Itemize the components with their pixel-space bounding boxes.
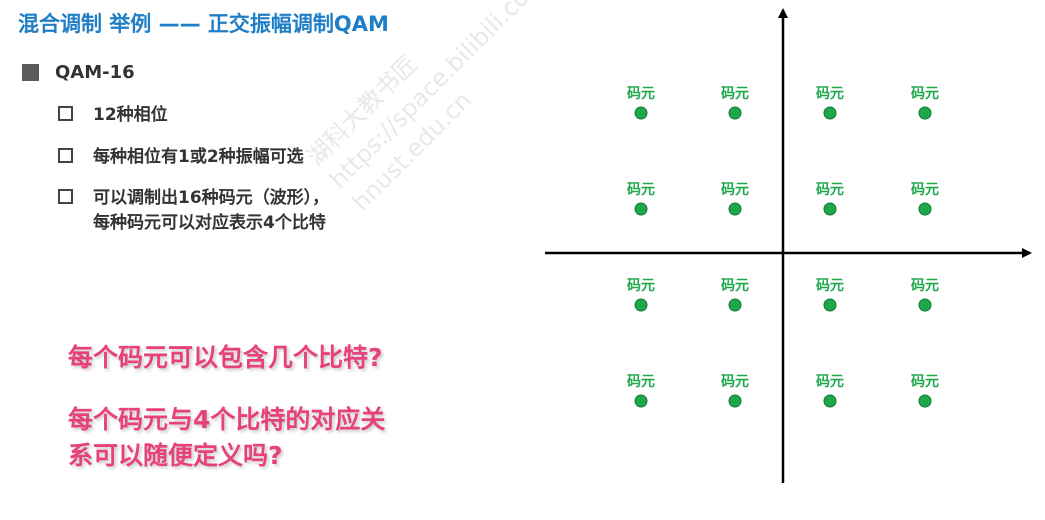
- symbol-label: 码元: [721, 182, 749, 198]
- symbol-label: 码元: [911, 182, 939, 198]
- symbol-point: [728, 298, 742, 312]
- symbol-point: [728, 394, 742, 408]
- symbol-point: [728, 106, 742, 120]
- symbol-label: 码元: [816, 374, 844, 390]
- symbol-point: [918, 106, 932, 120]
- symbol-point: [823, 298, 837, 312]
- symbol-point: [634, 298, 648, 312]
- symbol-label: 码元: [911, 86, 939, 102]
- symbol-label: 码元: [816, 86, 844, 102]
- symbol-label: 码元: [627, 86, 655, 102]
- symbol-label: 码元: [816, 278, 844, 294]
- symbol-point: [823, 106, 837, 120]
- symbol-label: 码元: [721, 278, 749, 294]
- symbol-label: 码元: [816, 182, 844, 198]
- symbol-point: [634, 202, 648, 216]
- symbol-point: [823, 202, 837, 216]
- symbol-label: 码元: [911, 278, 939, 294]
- symbol-point: [634, 394, 648, 408]
- symbol-label: 码元: [627, 182, 655, 198]
- symbol-point: [728, 202, 742, 216]
- symbol-label: 码元: [627, 374, 655, 390]
- symbol-point: [918, 298, 932, 312]
- symbol-point: [634, 106, 648, 120]
- symbol-label: 码元: [627, 278, 655, 294]
- qam16-constellation-diagram: 码元 码元 码元 码元码元 码元 码元 码元码元 码元 码元 码元码元 码元 码元 码元: [545, 8, 1032, 483]
- symbol-point: [918, 394, 932, 408]
- symbol-label: 码元: [911, 374, 939, 390]
- symbol-point: [823, 394, 837, 408]
- symbol-label: 码元: [721, 86, 749, 102]
- symbol-label: 码元: [721, 374, 749, 390]
- symbol-point: [918, 202, 932, 216]
